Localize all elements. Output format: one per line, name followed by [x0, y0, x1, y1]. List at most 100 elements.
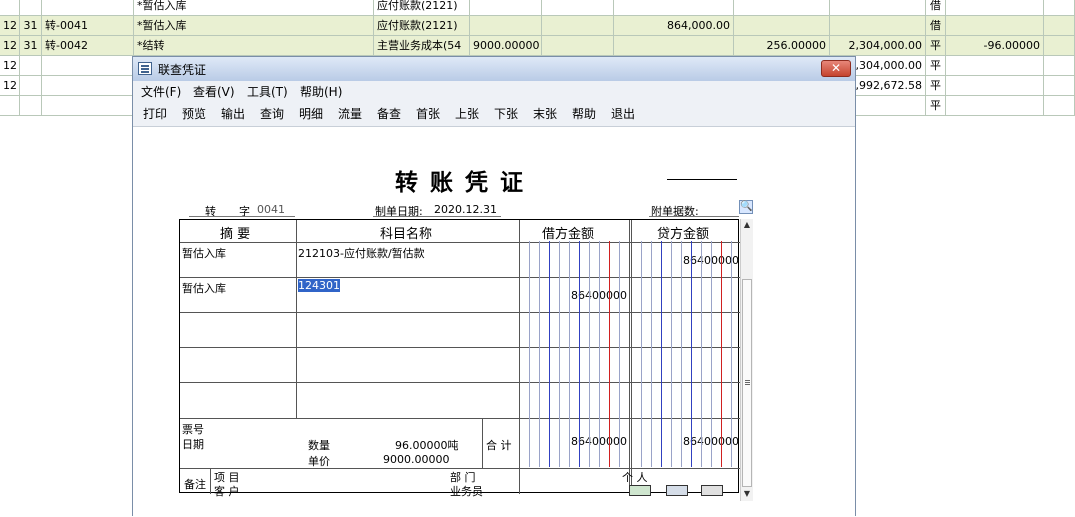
next-button[interactable]: 下张	[492, 105, 520, 123]
menu-bar: 文件(F) 查看(V) 工具(T) 帮助(H)	[133, 81, 855, 101]
window-titlebar[interactable]: 联查凭证 ✕	[133, 57, 855, 81]
exit-button[interactable]: 退出	[609, 105, 637, 123]
scroll-up-icon[interactable]: ▲	[741, 219, 753, 231]
ledger-row[interactable]: *暂估入库 应付账款(2121) 借	[0, 0, 1075, 16]
ledger-cell: 平	[926, 76, 946, 96]
last-button[interactable]: 末张	[531, 105, 559, 123]
ledger-cell: 2,304,000.00	[830, 36, 926, 56]
amount-guide-line	[549, 241, 550, 467]
ledger-cell: 12	[0, 76, 20, 96]
ledger-row[interactable]: 12 31 转-0042 *结转 主营业务成本(54 9000.00000 256.0000…	[0, 36, 1075, 56]
amount-guide-line	[721, 241, 722, 467]
ledger-cell	[1044, 16, 1075, 36]
prev-button[interactable]: 上张	[453, 105, 481, 123]
preview-button[interactable]: 预览	[180, 105, 208, 123]
menu-view[interactable]: 查看(V)	[193, 83, 235, 100]
ledger-cell	[42, 56, 134, 76]
price-value: 9000.00000	[383, 453, 450, 466]
voucher-number: 0041	[257, 203, 285, 216]
flow-button[interactable]: 流量	[336, 105, 364, 123]
memo-button[interactable]: 备查	[375, 105, 403, 123]
search-icon[interactable]: 🔍	[739, 200, 753, 214]
date-underline	[373, 216, 501, 217]
attach-underline	[649, 216, 739, 217]
ledger-cell: 9000.00000	[470, 36, 542, 56]
ledger-cell	[734, 0, 830, 16]
ledger-cell	[614, 0, 734, 16]
ledger-cell: 借	[926, 16, 946, 36]
amount-guide-line	[609, 241, 610, 467]
total-debit: 86400000	[517, 435, 627, 448]
window-title: 联查凭证	[158, 63, 207, 77]
voucher-table: 摘 要 科目名称 借方金额 贷方金额 暂估入库 212103-应付账款/暂估款 …	[179, 219, 740, 498]
ledger-cell	[614, 36, 734, 56]
ledger-cell: 12	[0, 56, 20, 76]
entry-summary[interactable]: 暂估入库	[182, 245, 226, 261]
row-divider	[180, 382, 740, 383]
voucher-date: 2020.12.31	[434, 203, 497, 216]
export-button[interactable]: 输出	[219, 105, 247, 123]
detail-button[interactable]: 明细	[297, 105, 325, 123]
qty-value: 96.00000吨	[395, 439, 459, 452]
remarks-label: 备注	[184, 478, 206, 491]
entry-account[interactable]: 212103-应付账款/暂估款	[298, 245, 425, 261]
ledger-cell: *暂估入库	[134, 0, 374, 16]
amount-guide-line	[599, 241, 600, 467]
ledger-cell: 31	[20, 36, 42, 56]
ledger-cell	[542, 0, 614, 16]
ledger-cell	[1044, 76, 1075, 96]
app-icon	[138, 62, 152, 75]
header-debit: 借方金额	[542, 227, 595, 242]
row-divider	[180, 277, 740, 278]
ledger-row[interactable]: 12 31 转-0041 *暂估入库 应付账款(2121) 864,000.00 借	[0, 16, 1075, 36]
customer-label: 客 户	[214, 485, 240, 498]
ledger-cell	[734, 16, 830, 36]
ledger-cell: 借	[926, 0, 946, 16]
row-divider	[180, 312, 740, 313]
total-label: 合 计	[486, 439, 512, 452]
print-button[interactable]: 打印	[141, 105, 169, 123]
ledger-cell: 12	[0, 16, 20, 36]
ledger-cell	[830, 0, 926, 16]
vertical-scrollbar[interactable]: ▲ ▼	[740, 219, 753, 501]
ledger-cell: *结转	[134, 36, 374, 56]
card-icon[interactable]	[629, 485, 651, 496]
ledger-cell	[946, 76, 1044, 96]
help-button[interactable]: 帮助	[570, 105, 598, 123]
close-button[interactable]: ✕	[821, 60, 851, 77]
ledger-cell: 12	[0, 36, 20, 56]
amount-guide-line	[681, 241, 682, 467]
amount-guide-line	[579, 241, 580, 467]
amount-guide-line	[529, 241, 530, 467]
ledger-cell: -96.00000	[946, 36, 1044, 56]
ledger-cell: *暂估入库	[134, 16, 374, 36]
entry-account-selected[interactable]: 124301	[298, 279, 340, 292]
menu-help[interactable]: 帮助(H)	[300, 83, 342, 100]
entry-debit[interactable]: 86400000	[517, 289, 627, 302]
menu-file[interactable]: 文件(F)	[141, 83, 181, 100]
menu-tools[interactable]: 工具(T)	[247, 83, 288, 100]
amount-guide-line	[711, 241, 712, 467]
entry-summary[interactable]: 暂估入库	[182, 280, 226, 296]
salesman-label: 业务员	[450, 485, 483, 498]
monitor-icon[interactable]	[666, 485, 688, 496]
voucher-content: 转账凭证 转 字 0041 制单日期: 2020.12.31 附单据数: 🔍 摘…	[133, 127, 855, 517]
ledger-cell	[542, 16, 614, 36]
ledger-cell: 转-0042	[42, 36, 134, 56]
pen-icon[interactable]	[701, 485, 723, 496]
ledger-cell	[42, 0, 134, 16]
scroll-thumb[interactable]	[742, 279, 752, 487]
first-button[interactable]: 首张	[414, 105, 442, 123]
ledger-cell: 平	[926, 96, 946, 116]
query-button[interactable]: 查询	[258, 105, 286, 123]
amount-guide-line	[671, 241, 672, 467]
row-divider	[180, 347, 740, 348]
ticket-label: 票号	[182, 423, 204, 436]
ledger-cell: 应付账款(2121)	[374, 0, 470, 16]
amount-guide-line	[641, 241, 642, 467]
scroll-down-icon[interactable]: ▼	[741, 488, 753, 500]
entry-credit[interactable]: 86400000	[629, 254, 739, 267]
amount-guide-line	[731, 241, 732, 467]
title-rule	[667, 179, 737, 180]
ledger-cell: 应付账款(2121)	[374, 16, 470, 36]
